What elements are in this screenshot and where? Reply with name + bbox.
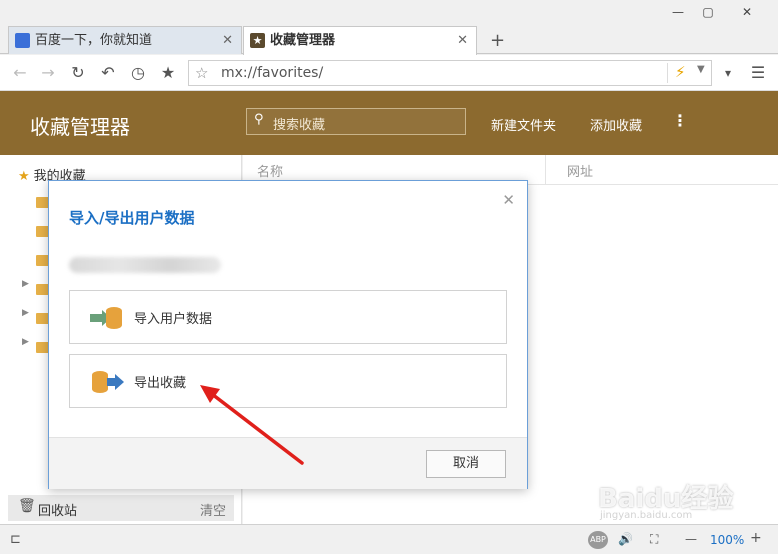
watermark-url: jingyan.baidu.com xyxy=(600,510,693,521)
recycle-bin-label[interactable]: 回收站 xyxy=(38,500,77,519)
import-label: 导入用户数据 xyxy=(134,312,213,327)
favorites-star-icon: ★ xyxy=(250,33,265,48)
annotation-arrow-shaft xyxy=(206,389,304,465)
more-options-icon[interactable]: ⋮ xyxy=(672,111,688,130)
back-icon[interactable]: ← xyxy=(8,61,32,85)
add-favorite-button[interactable]: 添加收藏 xyxy=(590,115,642,134)
expand-arrow-icon[interactable]: ▶ xyxy=(22,279,29,289)
url-dropdown-icon[interactable]: ▼ xyxy=(697,64,705,75)
tab-favorites[interactable]: ★ 收藏管理器 ✕ xyxy=(243,26,477,55)
cancel-button[interactable]: 取消 xyxy=(426,450,506,478)
volume-icon[interactable]: 🔊 xyxy=(618,532,633,546)
annotation-arrow xyxy=(200,385,304,465)
tab-label: 收藏管理器 xyxy=(270,33,336,48)
zoom-level[interactable]: 100% xyxy=(710,533,744,547)
undo-close-icon[interactable]: ↶ xyxy=(96,61,120,85)
tab-label: 百度一下，你就知道 xyxy=(35,33,153,48)
import-user-data-option[interactable]: 导入用户数据 xyxy=(69,290,507,344)
dialog-close-icon[interactable]: ✕ xyxy=(502,191,515,209)
zoom-out-button[interactable]: — xyxy=(685,532,697,546)
annotation-arrow-head xyxy=(200,385,220,403)
url-divider xyxy=(667,63,668,83)
trash-icon: 🗑 xyxy=(18,498,36,514)
restore-button[interactable]: ▢ xyxy=(694,2,722,22)
forward-icon[interactable]: → xyxy=(36,61,60,85)
reload-icon[interactable]: ↻ xyxy=(66,61,90,85)
minimize-button[interactable]: — xyxy=(664,2,692,22)
address-bar[interactable]: ☆ mx://favorites/ ⚡ ▼ xyxy=(188,60,712,86)
dialog-title: 导入/导出用户数据 xyxy=(69,209,195,227)
zoom-in-button[interactable]: + xyxy=(750,530,762,546)
title-bar: — ▢ ✕ xyxy=(0,0,778,26)
favorites-icon[interactable]: ★ xyxy=(156,61,180,85)
column-divider[interactable] xyxy=(545,155,546,185)
import-arrow-icon xyxy=(90,314,102,322)
expand-arrow-icon[interactable]: ▶ xyxy=(22,308,29,318)
url-text[interactable]: mx://favorites/ xyxy=(221,65,323,81)
export-arrow-icon xyxy=(107,378,115,386)
database-icon xyxy=(106,307,122,329)
navigation-bar: ← → ↻ ↶ ◷ ★ ☆ mx://favorites/ ⚡ ▼ ▾ ☰ xyxy=(0,55,778,91)
close-tab-icon[interactable]: ✕ xyxy=(222,27,233,54)
download-menu-icon[interactable]: ▾ xyxy=(716,61,740,85)
sidebar-toggle-icon[interactable]: ⊏ xyxy=(10,532,21,547)
search-icon: ⚲ xyxy=(254,112,264,127)
fullscreen-icon[interactable]: ⛶ xyxy=(650,532,658,547)
close-window-button[interactable]: ✕ xyxy=(733,2,761,22)
column-url[interactable]: 网址 xyxy=(567,161,593,180)
status-bar: ⊏ ABP 🔊 ⛶ — 100% + xyxy=(0,524,778,554)
export-label: 导出收藏 xyxy=(134,376,187,391)
search-placeholder: 搜索收藏 xyxy=(273,118,326,133)
expand-arrow-icon[interactable]: ▶ xyxy=(22,337,29,347)
speed-mode-icon[interactable]: ⚡ xyxy=(675,63,686,81)
baidu-paw-icon xyxy=(15,33,30,48)
new-folder-button[interactable]: 新建文件夹 xyxy=(491,115,556,134)
column-name[interactable]: 名称 xyxy=(257,161,283,180)
bookmark-star-icon[interactable]: ☆ xyxy=(195,64,208,82)
empty-recycle-button[interactable]: 清空 xyxy=(200,500,226,519)
tab-baidu[interactable]: 百度一下，你就知道 ✕ xyxy=(8,26,242,54)
close-tab-icon[interactable]: ✕ xyxy=(457,27,468,54)
favorites-header: 收藏管理器 ⚲ 搜索收藏 新建文件夹 添加收藏 ⋮ xyxy=(0,91,778,155)
recycle-bin-bar[interactable]: 🗑 回收站 清空 xyxy=(8,495,234,521)
blurred-account-text xyxy=(69,257,221,273)
adblock-icon[interactable]: ABP xyxy=(588,531,608,549)
page-title: 收藏管理器 xyxy=(30,115,130,139)
main-menu-icon[interactable]: ☰ xyxy=(746,61,770,85)
database-icon xyxy=(92,371,108,393)
star-icon: ★ xyxy=(18,169,30,184)
history-icon[interactable]: ◷ xyxy=(126,61,150,85)
tab-bar: 百度一下，你就知道 ✕ ★ 收藏管理器 ✕ xyxy=(0,26,778,55)
search-input[interactable]: ⚲ 搜索收藏 xyxy=(246,108,466,135)
new-tab-button[interactable]: + xyxy=(490,30,505,51)
export-arrow-icon xyxy=(115,374,124,390)
